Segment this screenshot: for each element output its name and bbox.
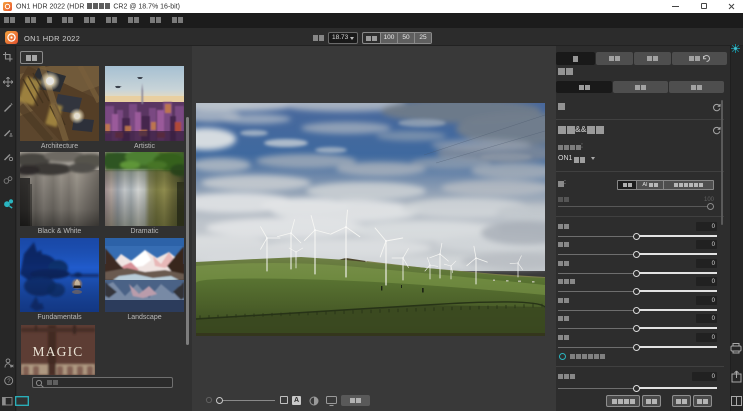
svg-text:MAGIC: MAGIC — [32, 344, 83, 359]
